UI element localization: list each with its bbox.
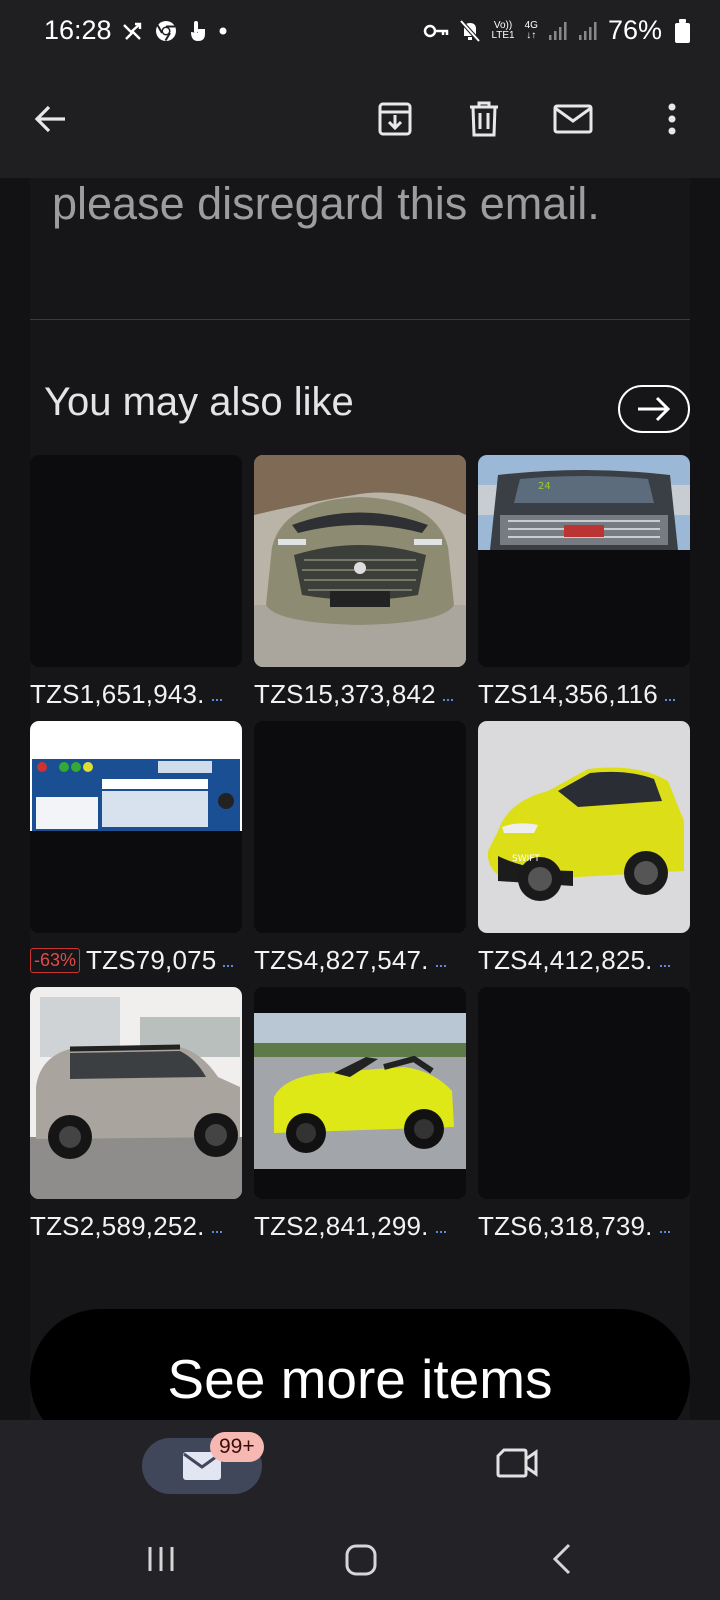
divider bbox=[30, 319, 690, 320]
product-image-placeholder bbox=[30, 455, 242, 667]
product-price: TZS79,075 bbox=[86, 944, 217, 975]
battery-percent: 76% bbox=[607, 15, 662, 45]
discount-badge: -63% bbox=[30, 947, 81, 973]
video-camera-icon bbox=[496, 1448, 538, 1478]
mark-unread-button[interactable] bbox=[545, 91, 601, 147]
product-image-placeholder bbox=[254, 721, 466, 933]
vpn-key-icon bbox=[424, 24, 449, 37]
product-price: TZS15,373,842 bbox=[254, 678, 436, 709]
product-image-placeholder bbox=[478, 987, 690, 1199]
recents-icon[interactable] bbox=[146, 1545, 176, 1573]
product-price: TZS4,827,547. bbox=[254, 944, 429, 975]
archive-icon bbox=[378, 102, 412, 136]
svg-text:24: 24 bbox=[538, 481, 551, 492]
home-icon[interactable] bbox=[345, 1544, 377, 1576]
system-navigation-bar bbox=[0, 1532, 720, 1600]
dot-icon bbox=[219, 27, 227, 35]
volte-indicator: Vo)) LTE1 bbox=[491, 19, 515, 41]
bottom-navigation: 99+ bbox=[0, 1420, 720, 1532]
product-price: TZS4,412,825. bbox=[478, 944, 653, 975]
mail-badge: 99+ bbox=[210, 1432, 264, 1462]
back-button[interactable] bbox=[22, 91, 78, 147]
product-item[interactable]: TZS2,589,252. bbox=[30, 987, 242, 1243]
product-item[interactable]: TZS15,373,842 bbox=[254, 455, 466, 711]
email-content[interactable]: please disregard this email. You may als… bbox=[0, 178, 720, 1420]
product-price: TZS6,318,739. bbox=[478, 1210, 653, 1241]
disregard-text: please disregard this email. bbox=[52, 178, 600, 229]
delete-icon bbox=[470, 101, 498, 137]
system-back-icon[interactable] bbox=[552, 1543, 572, 1575]
product-image-lcd-tester bbox=[30, 721, 242, 933]
product-image-yellow-convertible bbox=[254, 987, 466, 1199]
email-body: please disregard this email. You may als… bbox=[30, 178, 690, 1420]
see-all-button[interactable] bbox=[618, 385, 690, 433]
product-image-green-suv bbox=[254, 455, 466, 667]
delete-button[interactable] bbox=[456, 91, 512, 147]
product-price: TZS1,651,943. bbox=[30, 678, 205, 709]
product-image-gmc-truck: 24 bbox=[478, 455, 690, 667]
product-item[interactable]: -63% TZS79,075 bbox=[30, 721, 242, 977]
svg-text:SWIFT: SWIFT bbox=[512, 854, 540, 864]
product-item[interactable]: 24 TZS14,356,116 bbox=[478, 455, 690, 711]
status-time: 16:28 bbox=[44, 15, 112, 45]
see-more-items-button[interactable]: See more items bbox=[30, 1309, 690, 1420]
signal-icon bbox=[548, 21, 567, 40]
product-price: TZS2,589,252. bbox=[30, 1210, 205, 1241]
status-notification-icons bbox=[122, 19, 228, 43]
touch-icon bbox=[191, 21, 205, 41]
back-icon bbox=[34, 105, 65, 133]
section-title: You may also like bbox=[44, 380, 354, 424]
product-image-grey-mini bbox=[30, 987, 242, 1199]
product-price: TZS2,841,299. bbox=[254, 1210, 429, 1241]
more-options-button[interactable] bbox=[644, 91, 700, 147]
mute-icon bbox=[459, 19, 481, 42]
more-vert-icon bbox=[668, 103, 676, 135]
battery-icon bbox=[675, 19, 690, 43]
arrow-right-icon bbox=[638, 396, 671, 422]
status-system-icons: Vo)) LTE1 4G ↓↑ 76% bbox=[423, 15, 662, 46]
product-image-yellow-swift: SWIFT bbox=[478, 721, 690, 933]
missed-call-icon bbox=[123, 22, 142, 40]
product-item[interactable]: TZS4,827,547. bbox=[254, 721, 466, 977]
product-item[interactable]: SWIFT TZS4,412,825. bbox=[478, 721, 690, 977]
archive-button[interactable] bbox=[367, 91, 423, 147]
chrome-icon bbox=[156, 21, 176, 42]
product-price: TZS14,356,116 bbox=[478, 678, 658, 709]
mark-unread-icon bbox=[553, 104, 593, 134]
status-bar: 16:28 Vo)) LTE1 4G ↓↑ 76% bbox=[0, 0, 720, 64]
network-type: 4G ↓↑ bbox=[524, 19, 538, 41]
product-item[interactable]: TZS1,651,943. bbox=[30, 455, 242, 711]
meet-tab[interactable] bbox=[496, 1446, 538, 1485]
product-item[interactable]: TZS6,318,739. bbox=[478, 987, 690, 1243]
product-item[interactable]: TZS2,841,299. bbox=[254, 987, 466, 1243]
app-bar bbox=[0, 64, 720, 178]
signal-icon-2 bbox=[578, 21, 597, 40]
